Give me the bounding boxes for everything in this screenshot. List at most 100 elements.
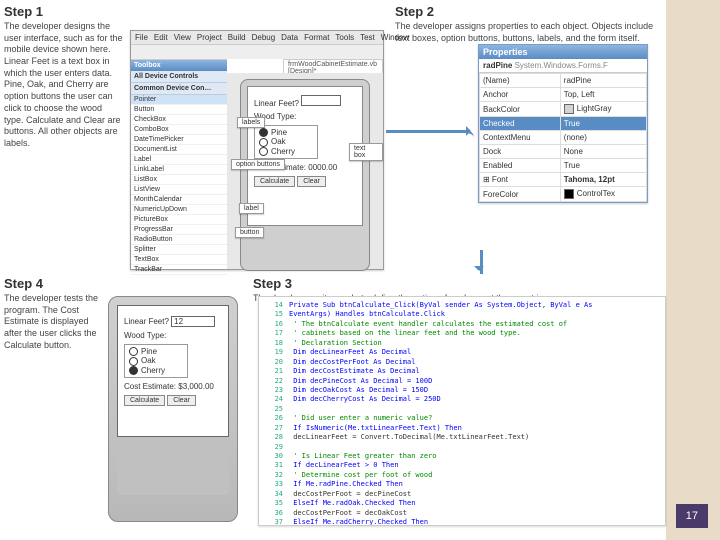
toolbox-item-textbox[interactable]: TextBox [131,255,227,265]
run-linear-feet-label: Linear Feet? [124,317,169,326]
run-clear-button[interactable]: Clear [167,395,196,406]
toolbox-item-picturebox[interactable]: PictureBox [131,215,227,225]
flow-arrow-icon [386,130,474,145]
step1-desc: The developer designs the user interface… [4,21,124,150]
toolbox-section-common[interactable]: Common Device Con… [131,83,227,95]
toolbox-item-progressbar[interactable]: ProgressBar [131,225,227,235]
code-editor[interactable]: 14Private Sub btnCalculate_Click(ByVal s… [258,296,666,526]
toolbox-item-checkbox[interactable]: CheckBox [131,115,227,125]
run-linear-feet-textbox[interactable]: 12 [171,316,215,327]
step2-block: Step 2 The developer assigns properties … [395,4,655,44]
toolbox-item-datetimepicker[interactable]: DateTimePicker [131,135,227,145]
menu-view[interactable]: View [174,33,191,42]
prop-value[interactable]: ControlTex [560,187,646,202]
toolbox-item-splitter[interactable]: Splitter [131,245,227,255]
menu-data[interactable]: Data [281,33,298,42]
runtime-device: Linear Feet? 12 Wood Type: Pine Oak Cher… [108,296,238,522]
callout-label: label [239,203,264,214]
callout-textbox: text box [349,143,383,161]
device-hardware-buttons [117,445,229,495]
run-cost-value: $3,000.00 [178,382,214,391]
toolbox-item-button[interactable]: Button [131,105,227,115]
prop-value[interactable]: Tahoma, 12pt [560,173,646,187]
menu-test[interactable]: Test [360,33,375,42]
toolbox-item-pointer[interactable]: Pointer [131,95,227,105]
run-radio-pine[interactable] [129,347,138,356]
run-cost-label: Cost Estimate: [124,382,176,391]
prop-name: ForeColor [480,187,561,202]
step3-title: Step 3 [253,276,653,291]
step2-title: Step 2 [395,4,655,19]
cost-value: 0000.00 [308,163,337,172]
toolbox-item-listbox[interactable]: ListBox [131,175,227,185]
callout-labels: labels [237,117,265,128]
prop-value[interactable]: Top, Left [560,88,646,102]
properties-grid[interactable]: (Name)radPineAnchorTop, LeftBackColorLig… [479,73,647,202]
toolbox-item-numericupdown[interactable]: NumericUpDown [131,205,227,215]
toolbox-item-listview[interactable]: ListView [131,185,227,195]
step1-block: Step 1 The developer designs the user in… [4,4,124,150]
step4-desc: The developer tests the program. The Cos… [4,293,104,351]
prop-value[interactable]: LightGray [560,102,646,117]
menu-bar[interactable]: File Edit View Project Build Debug Data Format T… [131,31,383,45]
toolbox-panel[interactable]: Toolbox All Device Controls Common Devic… [131,59,228,269]
prop-value[interactable]: radPine [560,74,646,88]
prop-name: ContextMenu [480,131,561,145]
run-radio-cherry[interactable] [129,366,138,375]
menu-tools[interactable]: Tools [335,33,354,42]
prop-value[interactable]: True [560,159,646,173]
calculate-button[interactable]: Calculate [254,176,295,187]
toolbox-item-trackbar[interactable]: TrackBar [131,265,227,275]
flow-arrow-icon [468,250,483,274]
radio-pine[interactable] [259,128,268,137]
run-wood-type-label: Wood Type: [124,331,222,340]
linear-feet-label: Linear Feet? [254,99,299,108]
menu-format[interactable]: Format [304,33,329,42]
form-surface[interactable]: Linear Feet? Wood Type: Pine Oak Cherry … [247,86,363,226]
properties-panel[interactable]: Properties radPine System.Windows.Forms.… [478,44,648,203]
radio-oak[interactable] [259,138,268,147]
toolbox-item-combobox[interactable]: ComboBox [131,125,227,135]
toolbox-item-documentlist[interactable]: DocumentList [131,145,227,155]
step2-desc: The developer assigns properties to each… [395,21,655,44]
page-number-badge: 17 [676,504,708,528]
callout-option-buttons: option buttons [231,159,285,170]
toolbox-item-monthcalendar[interactable]: MonthCalendar [131,195,227,205]
properties-header: Properties [479,45,647,59]
menu-project[interactable]: Project [197,33,222,42]
toolbox-item-radiobutton[interactable]: RadioButton [131,235,227,245]
design-canvas[interactable]: Linear Feet? Wood Type: Pine Oak Cherry … [227,73,383,269]
toolbar[interactable] [131,45,383,60]
prop-value[interactable]: True [560,117,646,131]
toolbox-item-linklabel[interactable]: LinkLabel [131,165,227,175]
runtime-form[interactable]: Linear Feet? 12 Wood Type: Pine Oak Cher… [117,305,229,437]
prop-name: BackColor [480,102,561,117]
toolbox-header: Toolbox [131,60,227,71]
presentation-sidebar [666,0,720,540]
step4-block: Step 4 The developer tests the program. … [4,276,104,351]
prop-name: Dock [480,145,561,159]
toolbox-item-label[interactable]: Label [131,155,227,165]
callout-button: button [235,227,264,238]
prop-name: (Name) [480,74,561,88]
radio-cherry[interactable] [259,147,268,156]
menu-window[interactable]: Window [381,33,409,42]
visual-studio-ide: File Edit View Project Build Debug Data Format T… [130,30,384,270]
menu-file[interactable]: File [135,33,148,42]
run-calculate-button[interactable]: Calculate [124,395,165,406]
linear-feet-textbox[interactable] [301,95,341,106]
device-emulator: Linear Feet? Wood Type: Pine Oak Cherry … [240,79,370,271]
prop-value[interactable]: None [560,145,646,159]
prop-name: Anchor [480,88,561,102]
run-radio-oak[interactable] [129,357,138,366]
wood-type-label: Wood Type: [254,112,356,121]
clear-button[interactable]: Clear [297,176,326,187]
menu-edit[interactable]: Edit [154,33,168,42]
menu-debug[interactable]: Debug [252,33,276,42]
step1-title: Step 1 [4,4,124,19]
prop-name: ⊞ Font [480,173,561,187]
toolbox-section-all[interactable]: All Device Controls [131,71,227,83]
prop-value[interactable]: (none) [560,131,646,145]
menu-build[interactable]: Build [228,33,246,42]
prop-name: Enabled [480,159,561,173]
